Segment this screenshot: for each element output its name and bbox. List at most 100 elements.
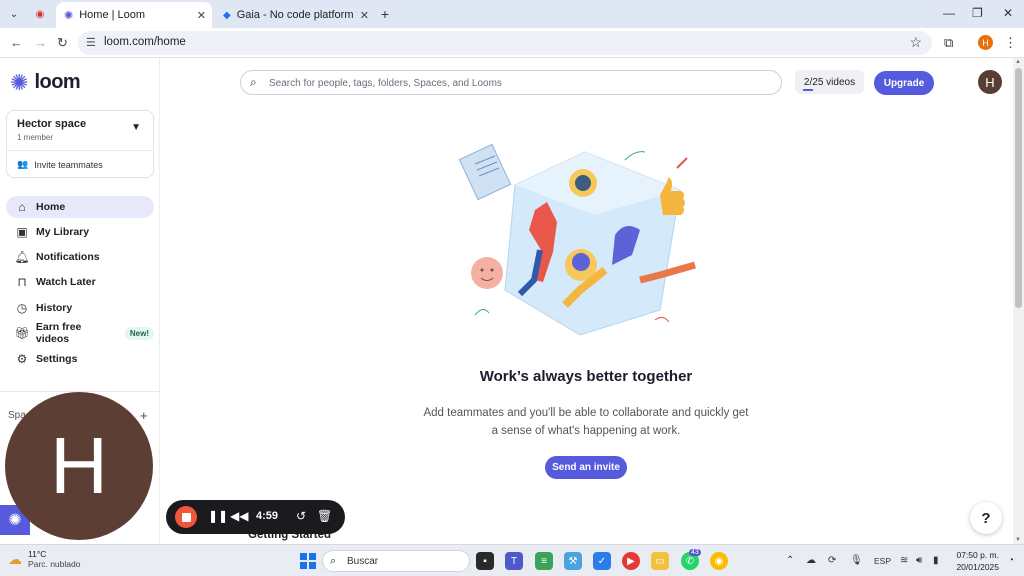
sidebar-item-my-library[interactable]: ▣ My Library: [6, 221, 154, 243]
empty-state-headline: Work’s always better together: [479, 368, 693, 385]
sidebar-item-notifications[interactable]: 🔔︎ Notifications: [6, 246, 154, 268]
sidebar-item-watch-later[interactable]: ⊓ Watch Later: [6, 271, 154, 293]
file-explorer-icon[interactable]: ▭: [651, 552, 669, 570]
weather-widget[interactable]: ☁ 11°C Parc. nublado: [8, 549, 80, 569]
extensions-icon[interactable]: ⧉: [944, 35, 953, 51]
media-app-icon[interactable]: ▶: [622, 552, 640, 570]
volume-icon[interactable]: 🔊︎: [916, 555, 922, 566]
scroll-up-icon[interactable]: ▲: [1015, 59, 1021, 65]
reload-button[interactable]: ↻: [57, 35, 68, 51]
decor-curve: [654, 316, 670, 323]
back-button[interactable]: ←: [10, 35, 23, 50]
chevron-up-icon[interactable]: ⌃: [786, 555, 794, 566]
browser-tab-strip: ⌄ ◉ ✺ Home | Loom ✕ ◆ Gaia - No code pla…: [0, 0, 1024, 28]
video-usage-counter[interactable]: 2/25 videos: [795, 70, 864, 94]
tab-gaia[interactable]: ◆ Gaia - No code platform to bui ✕: [215, 2, 375, 28]
sidebar-item-history[interactable]: ◷ History: [6, 297, 154, 319]
forward-button[interactable]: →: [34, 35, 47, 50]
loom-logo-icon: ✺: [10, 69, 29, 95]
add-space-button[interactable]: +: [140, 408, 148, 423]
sidebar-item-label: Notifications: [36, 251, 100, 263]
avatar-head: [575, 175, 591, 191]
gift-icon: 🎁︎: [14, 326, 30, 340]
tab-title: Gaia - No code platform to bui: [236, 9, 357, 21]
taskbar-search[interactable]: ⌕ Buscar: [322, 550, 470, 572]
url-text[interactable]: loom.com/home: [104, 36, 186, 48]
recording-timer: 4:59: [256, 510, 279, 522]
clock-icon: ◷: [16, 301, 28, 315]
gaia-favicon-icon: ◆: [223, 9, 231, 21]
camera-bubble[interactable]: H: [5, 392, 153, 540]
sidebar-item-label: Home: [36, 201, 66, 213]
sidebar-item-settings[interactable]: ⚙ Settings: [6, 348, 154, 370]
new-tab-button[interactable]: +: [376, 5, 394, 23]
workspace-switcher[interactable]: Hector space 1 member ▼ 👥 Invite teammat…: [6, 110, 154, 178]
task-view-icon[interactable]: ▪: [476, 552, 494, 570]
scroll-down-icon[interactable]: ▼: [1015, 537, 1021, 543]
delete-icon[interactable]: 🗑︎: [317, 509, 332, 523]
window-close-button[interactable]: ✕: [1003, 6, 1013, 20]
weather-condition: Parc. nublado: [28, 559, 81, 569]
cloud-icon[interactable]: ☁: [806, 555, 816, 566]
rewind-icon[interactable]: ◀◀: [230, 509, 248, 523]
thumbs-up-icon: [660, 177, 685, 215]
tool-app-icon[interactable]: ⚒: [564, 552, 582, 570]
site-info-icon[interactable]: ☰: [86, 36, 96, 49]
decor-line: [676, 157, 688, 169]
tab-home-loom[interactable]: ✺ Home | Loom ✕: [56, 2, 212, 28]
scrollbar-thumb[interactable]: [1015, 68, 1022, 308]
workspace-name: Hector space: [17, 118, 87, 130]
library-icon: ▣: [16, 225, 28, 239]
browser-menu-icon[interactable]: ⋮: [1004, 35, 1017, 51]
avatar-hair: [572, 253, 590, 271]
sidebar-item-home[interactable]: ⌂ Home: [6, 196, 154, 218]
sidebar-item-label: History: [36, 302, 73, 314]
search-bar[interactable]: ⌕: [240, 70, 782, 95]
sidebar-item-earn-free-videos[interactable]: 🎁︎ Earn free videos New!: [6, 321, 154, 345]
system-clock[interactable]: 07:50 p. m. 20/01/2025: [951, 549, 999, 573]
omnibox[interactable]: ☰ loom.com/home ☆: [78, 31, 932, 55]
bell-icon: 🔔︎: [14, 250, 30, 264]
upgrade-button[interactable]: Upgrade: [874, 71, 934, 95]
send-invite-button[interactable]: Send an invite: [545, 456, 627, 479]
wifi-icon[interactable]: ≋: [900, 555, 908, 566]
language-indicator[interactable]: ESP: [874, 556, 891, 566]
sync-icon[interactable]: ⟳: [828, 555, 836, 566]
minimize-button[interactable]: —: [943, 6, 955, 20]
restore-button[interactable]: ❐: [972, 6, 983, 20]
taskbar-search-label: Buscar: [347, 556, 379, 567]
page-scrollbar[interactable]: ▲ ▼: [1013, 58, 1024, 544]
team-illustration: [458, 143, 696, 336]
search-icon: ⌕: [330, 555, 337, 567]
teams-icon[interactable]: T: [505, 552, 523, 570]
close-icon[interactable]: ✕: [197, 9, 206, 22]
bookmark-star-icon[interactable]: ☆: [909, 34, 922, 51]
home-icon: ⌂: [18, 200, 26, 214]
divider: [7, 150, 153, 151]
loom-wordmark: loom: [34, 71, 81, 93]
todo-app-icon[interactable]: ✓: [593, 552, 611, 570]
search-input[interactable]: [269, 74, 769, 92]
windows-start-icon[interactable]: [300, 553, 316, 569]
battery-icon[interactable]: ▮: [933, 555, 939, 566]
stop-recording-button[interactable]: [175, 506, 197, 528]
chevron-down-icon[interactable]: ▼: [131, 122, 141, 133]
invite-teammates-button[interactable]: 👥 Invite teammates: [17, 159, 103, 170]
browser-profile-avatar[interactable]: H: [978, 35, 993, 50]
loom-logo[interactable]: ✺ loom: [10, 69, 81, 95]
notifications-icon[interactable]: ◔: [1008, 555, 1014, 566]
close-icon[interactable]: ✕: [360, 9, 369, 22]
temperature: 11°C: [28, 549, 47, 559]
restart-icon[interactable]: ↺: [296, 509, 306, 523]
help-button[interactable]: ?: [970, 502, 1002, 534]
empty-state-description: Add teammates and you'll be able to coll…: [423, 407, 749, 437]
user-avatar[interactable]: H: [978, 70, 1002, 94]
windows-taskbar: ☁ 11°C Parc. nublado ⌕ Buscar ▪ T ≡ ⚒ ✓ …: [0, 544, 1024, 576]
pause-icon[interactable]: ❚❚: [208, 509, 228, 523]
notes-app-icon[interactable]: ≡: [535, 552, 553, 570]
chrome-icon[interactable]: ◉: [710, 552, 728, 570]
tab-search-button[interactable]: ⌄: [5, 5, 23, 23]
decor-curve: [474, 309, 490, 316]
recording-indicator-icon[interactable]: ◉: [31, 5, 49, 23]
microphone-icon[interactable]: 🎙︎: [850, 555, 863, 566]
